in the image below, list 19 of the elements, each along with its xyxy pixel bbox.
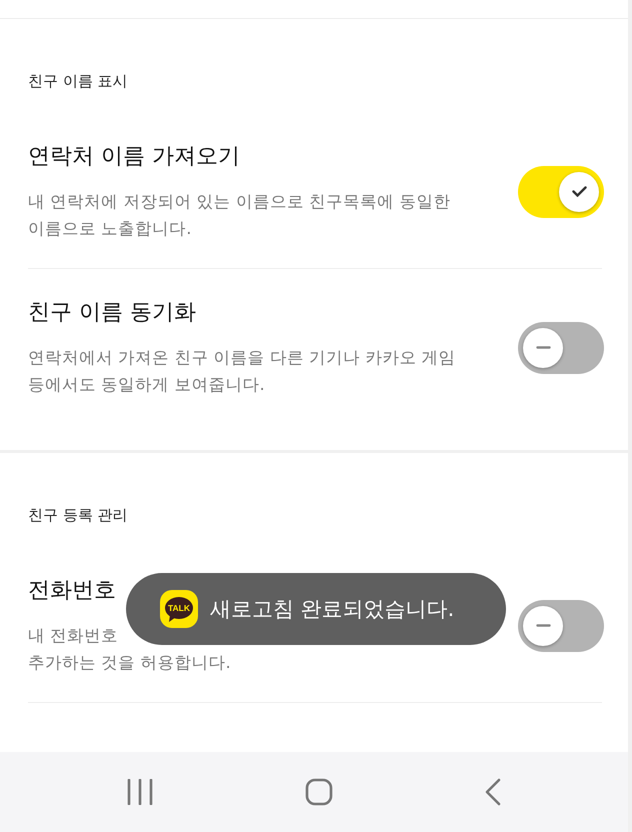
- setting-title: 연락처 이름 가져오기: [28, 143, 241, 171]
- minus-icon: [536, 624, 550, 627]
- minus-icon: [536, 346, 550, 349]
- section-header: 친구 이름 표시: [27, 71, 129, 92]
- setting-description: 내 연락처에 저장되어 있는 이름으로 친구목록에 동일한 이름으로 노출합니다.: [28, 191, 452, 240]
- setting-description: 연락처에서 가져온 친구 이름을 다른 기기나 카카오 게임 등에서도 동일하게 보여줍니다.: [28, 347, 457, 396]
- section-header: 친구 등록 관리: [27, 505, 129, 526]
- check-icon: [572, 186, 586, 197]
- setting-description: 내 전화번호 추가하는 것을 허용합니다.: [28, 625, 232, 674]
- recent-apps-icon[interactable]: [126, 779, 154, 805]
- toggle-switch[interactable]: [518, 600, 604, 652]
- back-icon[interactable]: [484, 778, 502, 806]
- chat-bubble-icon: TALK: [160, 590, 198, 628]
- toggle-switch[interactable]: [518, 322, 604, 374]
- home-icon[interactable]: [304, 778, 333, 806]
- setting-title: 전화번호: [28, 577, 117, 605]
- toggle-switch[interactable]: [518, 166, 604, 218]
- setting-title: 친구 이름 동기화: [28, 299, 197, 327]
- toast-message: 새로고침 완료되었습니다.: [210, 596, 454, 623]
